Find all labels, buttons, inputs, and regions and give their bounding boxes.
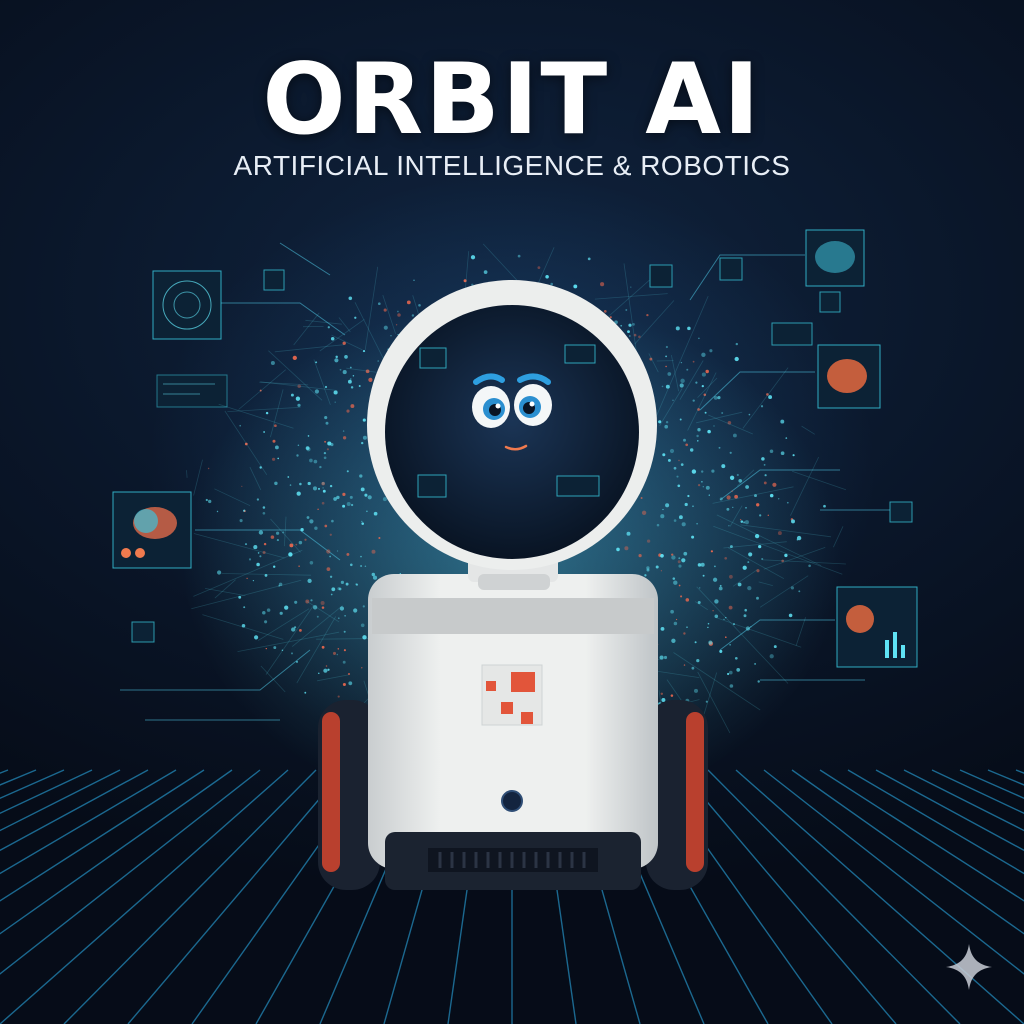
sparkle-icon (946, 944, 992, 990)
poster: ORBIT AI ARTIFICIAL INTELLIGENCE & ROBOT… (0, 0, 1024, 1024)
chest-panel (481, 664, 543, 726)
holo-panel-right-low (836, 586, 918, 668)
holo-panel-left-mid (156, 374, 228, 408)
body-sensor (501, 790, 523, 812)
poster-subtitle: ARTIFICIAL INTELLIGENCE & ROBOTICS (233, 150, 791, 181)
holo-panel-left-top (152, 270, 222, 340)
holo-panel-right-mid (817, 344, 881, 409)
poster-title: ORBIT AI (262, 43, 762, 157)
robot-head (367, 280, 657, 570)
robot-body (368, 574, 658, 890)
holo-panel-brain-left (112, 491, 192, 569)
holo-panel-right-top (805, 229, 865, 287)
